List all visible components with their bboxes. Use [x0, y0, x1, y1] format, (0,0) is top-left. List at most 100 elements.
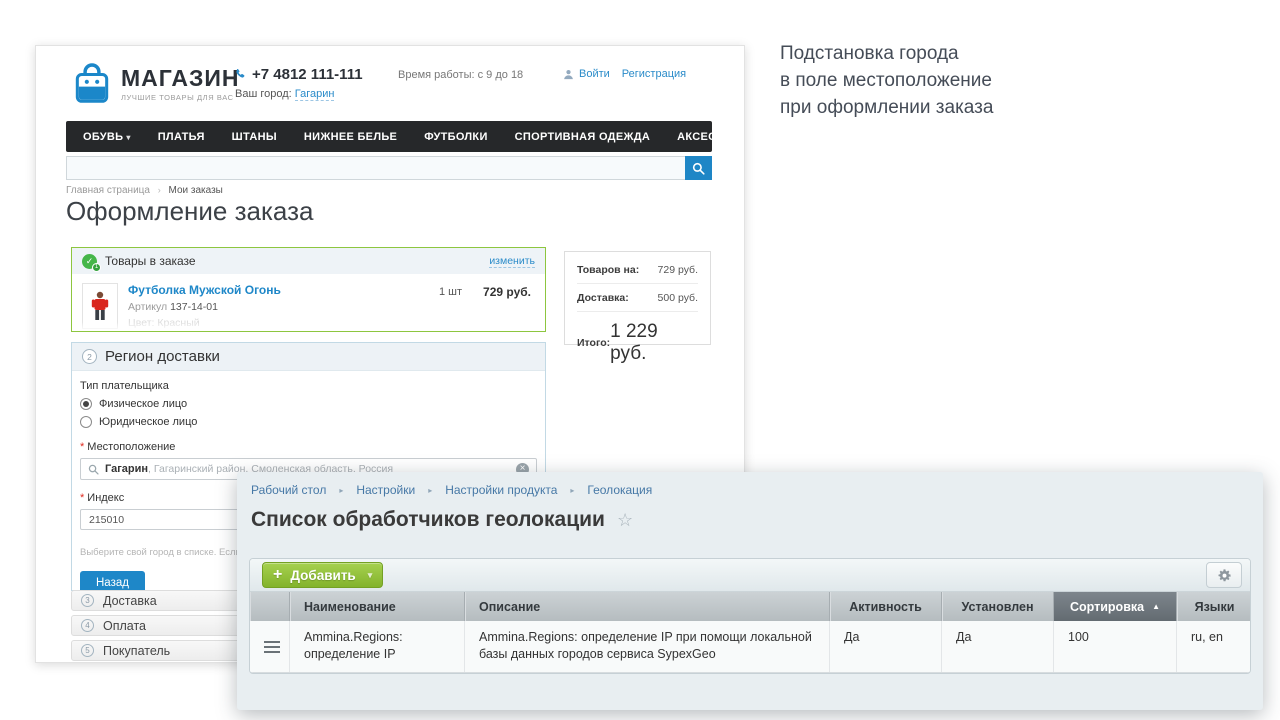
- breadcrumb-separator-icon: ›: [158, 185, 161, 195]
- column-header-active[interactable]: Активность: [830, 592, 942, 621]
- cell-languages: ru, en: [1177, 621, 1251, 672]
- phone-icon: [234, 68, 247, 81]
- shop-tagline: ЛУЧШИЕ ТОВАРЫ ДЛЯ ВАС: [121, 93, 240, 102]
- breadcrumb: Главная страница › Мои заказы: [66, 185, 223, 196]
- step-number-icon: 2: [82, 349, 97, 364]
- page: Подстановка города в поле местоположение…: [0, 0, 1280, 720]
- product-name-link[interactable]: Футболка Мужской Огонь: [128, 283, 281, 297]
- city-label: Ваш город:: [235, 88, 292, 100]
- payer-legal-option[interactable]: Юридическое лицо: [80, 416, 537, 428]
- search-icon: [692, 162, 705, 175]
- sku-value: 137-14-01: [170, 301, 218, 313]
- annotation-line: Подстановка города: [780, 40, 993, 67]
- row-drag-handle[interactable]: [250, 621, 290, 672]
- breadcrumb-current: Мои заказы: [169, 185, 223, 196]
- table-header-row: Наименование Описание Активность Установ…: [250, 592, 1250, 621]
- nav-item-platya[interactable]: ПЛАТЬЯ: [158, 131, 205, 143]
- working-hours: Время работы: с 9 до 18: [398, 69, 523, 81]
- drag-column-header: [250, 592, 290, 621]
- location-city-value: Гагарин: [105, 463, 148, 475]
- step-number-icon: 4: [81, 619, 94, 632]
- column-header-languages[interactable]: Языки: [1177, 592, 1251, 621]
- column-header-sort[interactable]: Сортировка ▲: [1054, 592, 1177, 621]
- search-icon: [88, 464, 99, 475]
- handlers-grid: + Добавить ▾ Наименование Описание: [249, 558, 1251, 674]
- breadcrumb-arrow-icon: ▸: [428, 486, 432, 495]
- summary-delivery-label: Доставка:: [577, 292, 629, 304]
- cell-installed: Да: [942, 621, 1054, 672]
- payer-type-label: Тип плательщика: [80, 380, 537, 392]
- index-label: Индекс: [87, 492, 124, 504]
- step-number-badge: 1: [92, 263, 101, 272]
- table-row[interactable]: Ammina.Regions: определение IP Ammina.Re…: [250, 621, 1250, 673]
- favorite-star-icon[interactable]: ☆: [617, 510, 633, 531]
- cell-sort: 100: [1054, 621, 1177, 672]
- grid-toolbar: + Добавить ▾: [250, 559, 1250, 592]
- annotation-line: при оформлении заказа: [780, 94, 993, 121]
- admin-breadcrumb: Рабочий стол ▸ Настройки ▸ Настройки про…: [251, 483, 652, 497]
- sort-ascending-icon: ▲: [1152, 602, 1160, 611]
- summary-total-value: 1 229 руб.: [610, 321, 698, 365]
- edit-order-link[interactable]: изменить: [489, 255, 535, 268]
- step-complete-icon: ✓ 1: [82, 254, 97, 269]
- cell-description: Ammina.Regions: определение IP при помощ…: [465, 621, 830, 672]
- add-handler-button[interactable]: + Добавить ▾: [262, 562, 383, 588]
- step-number-icon: 5: [81, 644, 94, 657]
- grid-settings-button[interactable]: [1206, 562, 1242, 588]
- shop-name: МАГАЗИН: [121, 65, 240, 91]
- order-box-title: Товары в заказе: [105, 254, 196, 268]
- product-row: Футболка Мужской Огонь Артикул 137-14-01…: [72, 274, 545, 329]
- plus-icon: +: [273, 566, 282, 584]
- required-mark: *: [80, 441, 84, 453]
- cell-name: Ammina.Regions: определение IP: [290, 621, 465, 672]
- region-section-title: Регион доставки: [105, 348, 220, 365]
- menu-icon: [264, 641, 280, 653]
- nav-item-aksessuary[interactable]: АКСЕССУАРЫ▾: [677, 131, 745, 143]
- nav-item-sportivnaya-odezhda[interactable]: СПОРТИВНАЯ ОДЕЖДА: [515, 131, 650, 143]
- phone-block: +7 4812 111-111 Ваш город: Гагарин: [234, 66, 363, 100]
- search-bar: [66, 156, 712, 180]
- column-header-name[interactable]: Наименование: [290, 592, 465, 621]
- nav-item-shtany[interactable]: ШТАНЫ: [232, 131, 277, 143]
- breadcrumb-arrow-icon: ▸: [570, 486, 574, 495]
- city-link[interactable]: Гагарин: [295, 88, 335, 101]
- summary-items-value: 729 руб.: [658, 264, 698, 276]
- breadcrumb-arrow-icon: ▸: [339, 486, 343, 495]
- breadcrumb-product-settings[interactable]: Настройки продукта: [445, 483, 557, 497]
- admin-page-title: Список обработчиков геолокации: [251, 508, 605, 532]
- breadcrumb-geolocation[interactable]: Геолокация: [587, 483, 652, 497]
- shop-logo[interactable]: МАГАЗИН ЛУЧШИЕ ТОВАРЫ ДЛЯ ВАС: [73, 63, 240, 105]
- column-header-description[interactable]: Описание: [465, 592, 830, 621]
- login-link[interactable]: Войти: [579, 68, 610, 80]
- radio-selected-icon: [80, 398, 92, 410]
- summary-items-label: Товаров на:: [577, 264, 639, 276]
- phone-number: +7 4812 111-111: [252, 66, 363, 83]
- breadcrumb-home[interactable]: Главная страница: [66, 185, 150, 196]
- location-label: Местоположение: [87, 441, 175, 453]
- product-quantity: 1 шт: [439, 286, 462, 298]
- page-title: Оформление заказа: [66, 196, 313, 227]
- summary-total-label: Итого:: [577, 337, 610, 349]
- breadcrumb-desktop[interactable]: Рабочий стол: [251, 483, 326, 497]
- summary-delivery-value: 500 руб.: [658, 292, 698, 304]
- search-input[interactable]: [66, 156, 685, 180]
- nav-item-futbolki[interactable]: ФУТБОЛКИ: [424, 131, 487, 143]
- chevron-down-icon: ▾: [368, 570, 373, 581]
- shopping-bag-icon: [73, 63, 111, 105]
- cell-active: Да: [830, 621, 942, 672]
- annotation-line: в поле местоположение: [780, 67, 993, 94]
- column-header-installed[interactable]: Установлен: [942, 592, 1054, 621]
- nav-item-obuv[interactable]: ОБУВЬ▾: [83, 131, 131, 143]
- payer-individual-option[interactable]: Физическое лицо: [80, 398, 537, 410]
- main-nav: ОБУВЬ▾ ПЛАТЬЯ ШТАНЫ НИЖНЕЕ БЕЛЬЕ ФУТБОЛК…: [66, 121, 712, 152]
- search-button[interactable]: [685, 156, 712, 180]
- register-link[interactable]: Регистрация: [622, 68, 686, 80]
- required-mark: *: [80, 492, 84, 504]
- nav-item-nizhnee-belye[interactable]: НИЖНЕЕ БЕЛЬЕ: [304, 131, 397, 143]
- login-block: Войти Регистрация: [563, 68, 686, 80]
- user-icon: [563, 69, 574, 80]
- chevron-down-icon: ▾: [126, 133, 130, 142]
- breadcrumb-settings[interactable]: Настройки: [356, 483, 415, 497]
- fade-overlay: [72, 322, 545, 331]
- step-number-icon: 3: [81, 594, 94, 607]
